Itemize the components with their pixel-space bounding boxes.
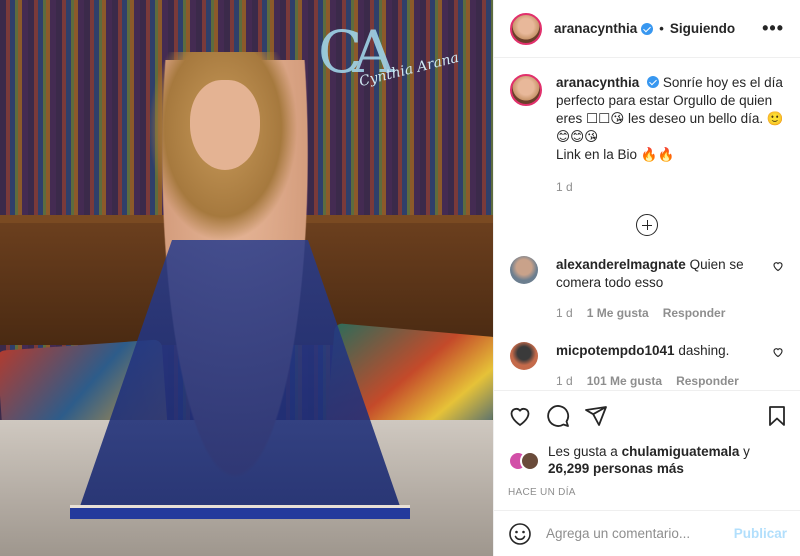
- heart-icon[interactable]: [772, 346, 784, 358]
- post-header: aranacynthia • Siguiendo •••: [494, 0, 800, 58]
- likes-user[interactable]: chulamiguatemala: [622, 444, 740, 459]
- likes-connector: y: [743, 444, 750, 459]
- comment-avatar[interactable]: [510, 256, 538, 284]
- post-photo[interactable]: CA Cynthia Arana: [0, 0, 493, 556]
- likes-count[interactable]: 26,299 personas más: [548, 461, 684, 476]
- dress-hem: [70, 505, 410, 519]
- load-more-comments: [510, 214, 784, 236]
- separator-dot: •: [659, 21, 664, 36]
- likes-prefix: Les gusta a: [548, 444, 618, 459]
- list-item: alexanderelmagnate Quien se comera todo …: [510, 256, 784, 322]
- post-actions: Les gusta a chulamiguatemala y 26,299 pe…: [494, 390, 800, 498]
- comment-username[interactable]: alexanderelmagnate: [556, 257, 686, 272]
- header-username[interactable]: aranacynthia: [554, 21, 637, 36]
- post-side-panel: aranacynthia • Siguiendo ••• aranacynthi…: [493, 0, 800, 556]
- comments-list[interactable]: aranacynthia Sonríe hoy es el día perfec…: [494, 58, 800, 388]
- comment-time[interactable]: 1 d: [556, 372, 573, 388]
- follow-status-button[interactable]: Siguiendo: [670, 21, 735, 36]
- avatar[interactable]: [510, 12, 542, 45]
- publish-button[interactable]: Publicar: [734, 526, 787, 541]
- plus-circle-icon[interactable]: [636, 214, 658, 236]
- post-timestamp[interactable]: HACE UN DÍA: [508, 487, 789, 498]
- reply-button[interactable]: Responder: [676, 372, 739, 388]
- comment-text: dashing.: [678, 343, 730, 358]
- comment-likes[interactable]: 101 Me gusta: [587, 372, 662, 388]
- verified-badge-icon: [641, 22, 654, 35]
- add-comment-bar: Publicar: [494, 510, 800, 556]
- avatar: [520, 451, 540, 471]
- comment-avatar[interactable]: [510, 342, 538, 370]
- reply-button[interactable]: Responder: [663, 304, 726, 322]
- heart-icon[interactable]: [508, 404, 532, 428]
- comment-likes[interactable]: 1 Me gusta: [587, 304, 649, 322]
- bookmark-icon[interactable]: [765, 404, 789, 428]
- likes-summary: Les gusta a chulamiguatemala y 26,299 pe…: [508, 443, 789, 477]
- emoji-icon[interactable]: [508, 522, 532, 546]
- caption-username[interactable]: aranacynthia: [556, 75, 639, 90]
- heart-icon[interactable]: [772, 260, 784, 272]
- action-icons: [508, 401, 789, 431]
- list-item: micpotempdo1041 dashing. 1 d 101 Me gust…: [510, 342, 784, 388]
- comment-time[interactable]: 1 d: [556, 304, 573, 322]
- caption-avatar[interactable]: [510, 74, 542, 106]
- more-options-icon[interactable]: •••: [762, 18, 784, 39]
- verified-badge-icon: [647, 76, 660, 88]
- caption-time[interactable]: 1 d: [556, 178, 573, 196]
- comment-username[interactable]: micpotempdo1041: [556, 343, 675, 358]
- comment-input[interactable]: [546, 526, 734, 541]
- likers-avatars[interactable]: [508, 449, 542, 471]
- post-caption: aranacynthia Sonríe hoy es el día perfec…: [510, 74, 784, 196]
- caption-link-line: Link en la Bio 🔥🔥: [556, 147, 675, 162]
- face: [190, 80, 260, 170]
- share-icon[interactable]: [584, 404, 608, 428]
- comment-icon[interactable]: [546, 404, 570, 428]
